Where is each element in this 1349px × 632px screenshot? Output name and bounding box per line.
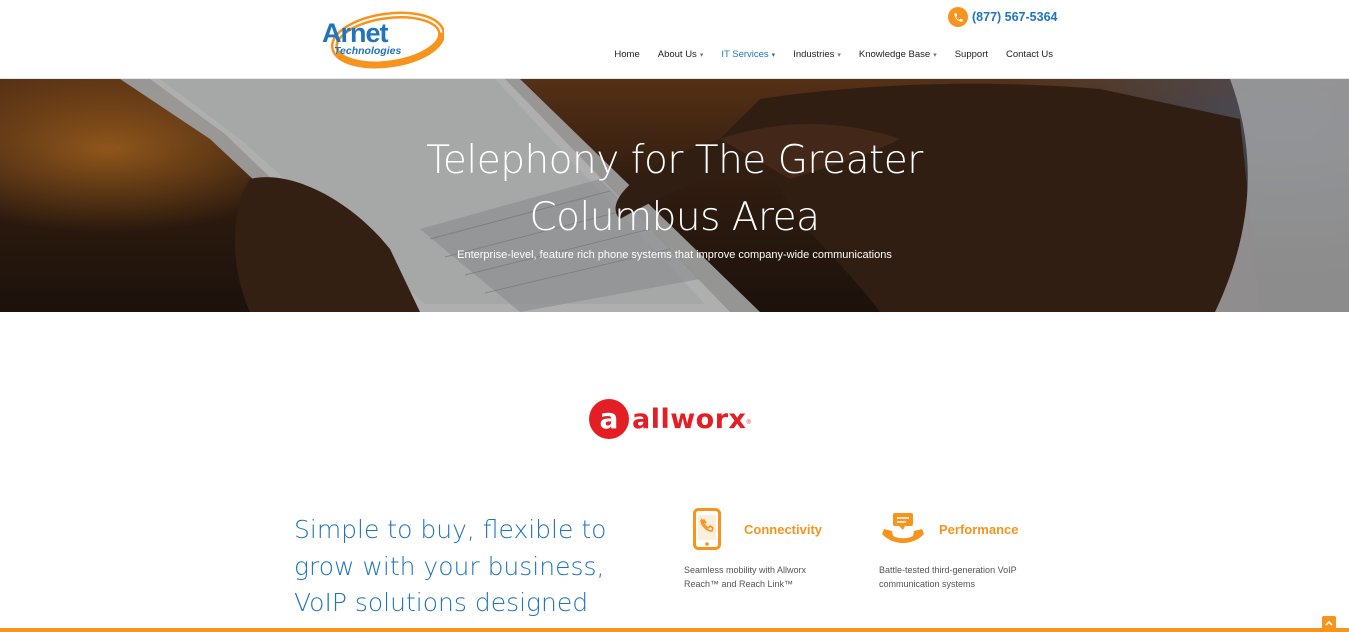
allworx-mark-icon: a [589, 399, 629, 439]
chevron-up-icon [1325, 620, 1333, 626]
nav-label: Knowledge Base [858, 49, 931, 60]
nav-knowledge-base[interactable]: Knowledge Base ▾ [850, 49, 946, 60]
arnet-logo[interactable]: Arnet Technologies [320, 10, 446, 72]
registered-mark: ® [746, 420, 751, 426]
feature-performance: Performance Battle-tested third-generati… [879, 508, 1049, 598]
nav-contact-us[interactable]: Contact Us [997, 49, 1053, 60]
section-tagline: Simple to buy, flexible to grow with you… [294, 515, 607, 617]
feature-title: Performance [939, 522, 1019, 537]
phone-number[interactable]: (877) 567-5364 [972, 10, 1057, 24]
header-phone[interactable]: (877) 567-5364 [948, 7, 1057, 27]
nav-label: Industries [793, 49, 835, 60]
feature-title: Connectivity [744, 522, 823, 537]
nav-label: IT Services [721, 49, 769, 60]
feature-connectivity: Connectivity Seamless mobility with Allw… [684, 508, 854, 598]
phone-icon [948, 7, 968, 27]
caret-down-icon: ▾ [837, 51, 841, 59]
hero-subtitle: Enterprise-level, feature rich phone sys… [457, 249, 892, 261]
nav-home[interactable]: Home [605, 49, 648, 60]
nav-about-us[interactable]: About Us ▾ [649, 49, 713, 60]
caret-down-icon: ▾ [771, 51, 776, 59]
logo-wordmark: Arnet [322, 18, 389, 48]
nav-label: Contact Us [1006, 49, 1053, 60]
allworx-logo: a allworx ® [589, 398, 751, 440]
nav-label: Home [614, 49, 640, 60]
feature-description: Battle-tested third-generation VoIP comm… [879, 565, 1017, 589]
allworx-wordmark: allworx [632, 403, 747, 435]
hero-title-line1: Telephony for The Greater [426, 138, 923, 183]
nav-industries[interactable]: Industries ▾ [784, 49, 850, 60]
nav-label: Support [954, 49, 988, 60]
scroll-to-top-button[interactable] [1322, 616, 1336, 630]
nav-label: About Us [657, 49, 697, 60]
handset-chat-icon [879, 512, 927, 553]
nav-it-services[interactable]: IT Services ▾ [712, 49, 784, 60]
main-nav: Home About Us ▾ IT Services ▾ Industries ▾ … [605, 49, 1053, 60]
bottom-accent-bar [0, 628, 1349, 632]
allworx-mark-letter: a [599, 402, 619, 435]
hero-title-line2: Columbus Area [529, 195, 820, 240]
nav-support[interactable]: Support [946, 49, 997, 60]
logo-subtitle: Technologies [334, 45, 401, 57]
caret-down-icon: ▾ [699, 51, 704, 59]
hero-banner: Telephony for The Greater Columbus Area … [0, 79, 1349, 312]
feature-description: Seamless mobility with Allworx Reach™ an… [684, 565, 807, 589]
hero-title: Telephony for The Greater Columbus Area [0, 132, 1349, 246]
mobile-phone-icon [693, 508, 721, 555]
site-header: Arnet Technologies (877) 567-5364 Home A… [0, 0, 1349, 79]
caret-down-icon: ▾ [933, 51, 937, 59]
